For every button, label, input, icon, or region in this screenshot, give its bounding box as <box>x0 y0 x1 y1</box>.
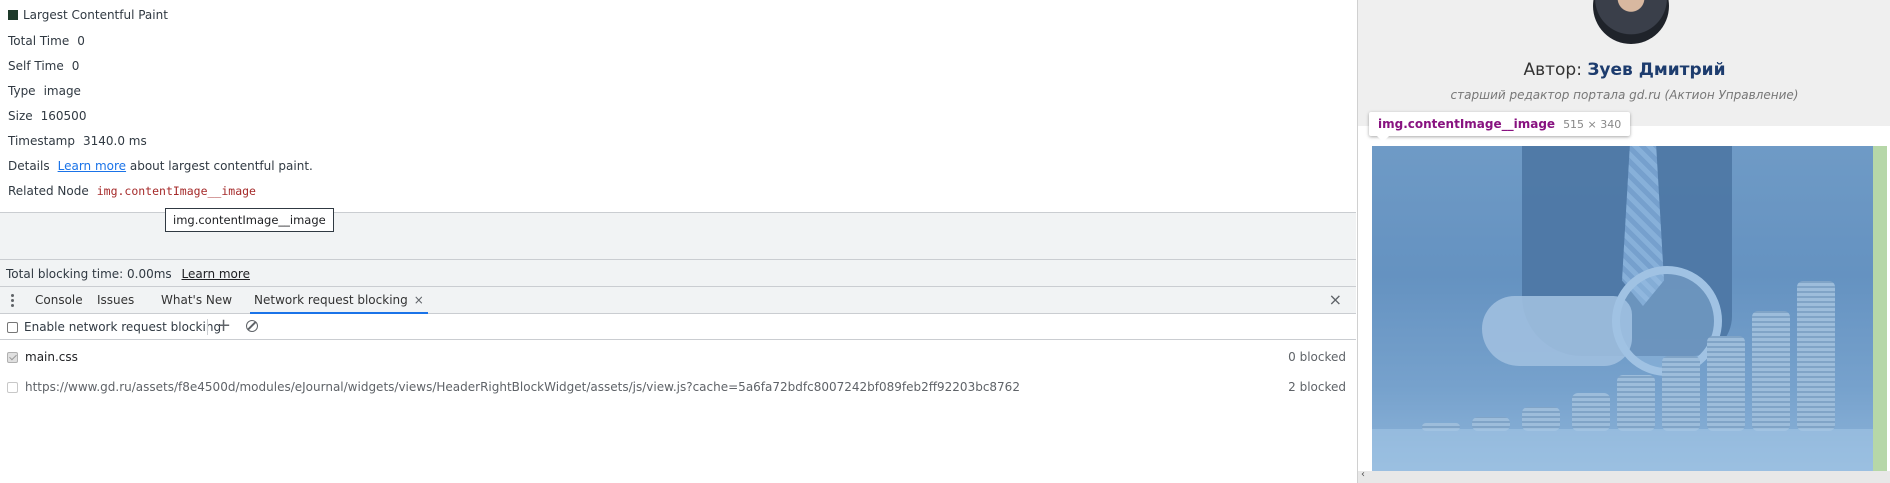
checkbox-box <box>7 322 18 333</box>
details-label: Details <box>8 159 50 173</box>
pattern-checkbox[interactable] <box>7 382 18 393</box>
horizontal-scrollbar[interactable]: ‹ <box>1358 469 1890 483</box>
related-node-label: Related Node <box>8 184 89 198</box>
details-text: about largest contentful paint. <box>126 159 313 173</box>
more-tools-kebab-icon[interactable] <box>9 293 15 307</box>
pattern-blocked-count: 2 blocked <box>1288 380 1346 394</box>
total-time-row: Total Time 0 <box>8 31 85 51</box>
author-role: старший редактор портала gd.ru (Актион У… <box>1450 88 1799 102</box>
remove-all-patterns-icon[interactable] <box>246 320 258 332</box>
timestamp-row: Timestamp 3140.0 ms <box>8 131 147 151</box>
lcp-details: Largest Contentful Paint Total Time 0 Sel… <box>0 0 1356 212</box>
blocked-pattern-row[interactable]: main.css 0 blocked <box>0 342 1356 372</box>
tab-network-request-blocking[interactable]: Network request blocking × <box>250 287 428 314</box>
pattern-url: main.css <box>25 350 78 364</box>
close-drawer-icon[interactable]: × <box>1329 291 1342 309</box>
element-highlight-overlay <box>1372 146 1887 471</box>
blocked-pattern-row[interactable]: https://www.gd.ru/assets/f8e4500d/module… <box>0 372 1356 402</box>
node-tooltip: img.contentImage__image <box>165 208 334 232</box>
author-profile: Автор: Зуев Дмитрий старший редактор пор… <box>1358 0 1890 126</box>
enable-blocking-checkbox[interactable] <box>7 320 18 334</box>
size-row: Size 160500 <box>8 106 86 126</box>
details-value: Learn more about largest contentful pain… <box>58 159 313 173</box>
author-name[interactable]: Зуев Дмитрий <box>1587 60 1725 80</box>
pattern-url: https://www.gd.ru/assets/f8e4500d/module… <box>25 380 1020 394</box>
author-prefix: Автор: <box>1523 60 1588 80</box>
related-node-row: Related Node img.contentImage__image <box>8 181 256 201</box>
tbt-learn-more-link[interactable]: Learn more <box>182 267 250 281</box>
type-row: Type image <box>8 81 81 101</box>
element-highlight-tooltip: img.contentImage__image 515 × 340 <box>1369 112 1631 142</box>
timestamp-label: Timestamp <box>8 134 75 148</box>
related-node-link[interactable]: img.contentImage__image <box>97 184 256 198</box>
tab-console[interactable]: Console <box>35 287 83 314</box>
total-time-label: Total Time <box>8 34 70 48</box>
self-time-label: Self Time <box>8 59 64 73</box>
author-avatar <box>1593 0 1669 44</box>
type-value: image <box>43 84 81 98</box>
timestamp-value: 3140.0 ms <box>82 134 147 148</box>
size-label: Size <box>8 109 33 123</box>
add-pattern-icon[interactable]: + <box>216 316 231 336</box>
element-dimensions: 515 × 340 <box>1563 118 1622 131</box>
enable-blocking-label[interactable]: Enable network request blocking <box>24 314 221 340</box>
self-time-value: 0 <box>71 59 80 73</box>
size-value: 160500 <box>40 109 87 123</box>
tab-issues[interactable]: Issues <box>97 287 134 314</box>
page-viewport: Автор: Зуев Дмитрий старший редактор пор… <box>1357 0 1890 483</box>
padding-highlight <box>1873 146 1887 471</box>
tab-whats-new[interactable]: What's New <box>161 287 232 314</box>
total-blocking-time-bar: Total blocking time: 0.00ms Learn more <box>0 259 1356 286</box>
pattern-checkbox[interactable] <box>7 352 18 363</box>
toolbar-divider <box>207 319 208 335</box>
blocking-toolbar: Enable network request blocking + <box>0 314 1356 340</box>
type-label: Type <box>8 84 36 98</box>
self-time-row: Self Time 0 <box>8 56 79 76</box>
lcp-color-swatch <box>8 10 18 20</box>
scroll-left-icon[interactable]: ‹ <box>1361 469 1365 480</box>
element-tag: img.contentImage__image <box>1378 117 1556 131</box>
tab-network-request-blocking-label: Network request blocking <box>254 293 408 307</box>
details-title-row: Largest Contentful Paint <box>8 5 168 25</box>
close-tab-icon[interactable]: × <box>414 293 424 307</box>
details-row: Details Learn more about largest contentf… <box>8 156 313 176</box>
drawer-tabbar: Console Issues What's New Network reques… <box>0 286 1356 314</box>
devtools-panel: Largest Contentful Paint Total Time 0 Sel… <box>0 0 1356 483</box>
total-blocking-time: Total blocking time: 0.00ms <box>6 267 172 281</box>
learn-more-link[interactable]: Learn more <box>58 159 126 173</box>
author-line: Автор: Зуев Дмитрий <box>1358 60 1890 80</box>
total-time-value: 0 <box>77 34 85 48</box>
details-title: Largest Contentful Paint <box>23 8 168 22</box>
pattern-blocked-count: 0 blocked <box>1288 350 1346 364</box>
